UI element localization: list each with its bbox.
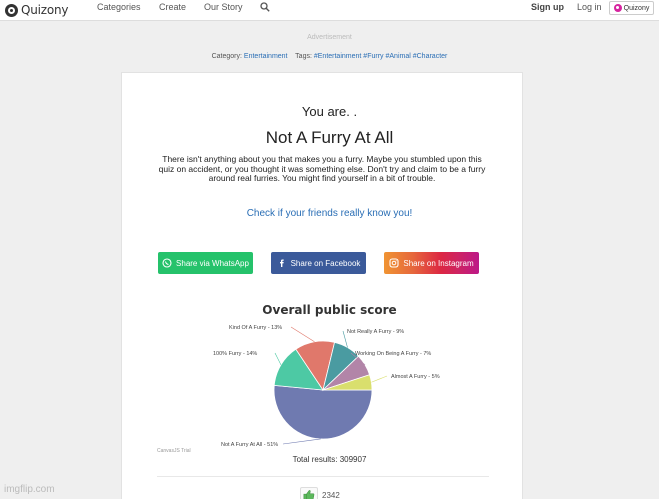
- pie-slice-label: Kind Of A Furry - 13%: [229, 325, 282, 331]
- top-navbar: Quizony Categories Create Our Story Sign…: [0, 0, 659, 21]
- pie-slice-label: Almost A Furry - 5%: [391, 374, 440, 380]
- category-link[interactable]: Entertainment: [244, 53, 288, 60]
- pie-leader-line: [371, 375, 388, 383]
- share-instagram-label: Share on Instagram: [403, 258, 474, 268]
- chart-credit: CanvasJS Trial: [157, 448, 191, 454]
- tag-link[interactable]: #Furry: [363, 53, 383, 60]
- logo-text: Quizony: [21, 3, 69, 17]
- pie-slice: [273, 384, 373, 440]
- quizony-brand-button[interactable]: Quizony: [609, 1, 654, 15]
- like-button[interactable]: [300, 487, 318, 499]
- quizony-brand-icon: [613, 4, 622, 12]
- total-results: Total results: 309907: [292, 455, 367, 464]
- result-description: There isn't anything about you that make…: [158, 154, 486, 183]
- share-instagram-button[interactable]: Share on Instagram: [384, 252, 479, 274]
- like-count: 2342: [322, 491, 340, 499]
- search-icon[interactable]: [260, 2, 270, 12]
- pie-slice-label: 100% Furry - 14%: [213, 351, 257, 357]
- login-link[interactable]: Log in: [577, 2, 602, 12]
- nav-our-story[interactable]: Our Story: [204, 2, 243, 12]
- pie-slice-label: Not A Furry At All - 51%: [221, 442, 278, 448]
- divider: [157, 476, 489, 477]
- pie-leader-line: [290, 326, 315, 342]
- imgflip-watermark: imgflip.com: [4, 484, 55, 495]
- pie-leader-line: [282, 438, 321, 445]
- brand-button-label: Quizony: [623, 4, 650, 12]
- check-friends-link[interactable]: Check if your friends really know you!: [0, 208, 659, 219]
- logo[interactable]: Quizony: [5, 3, 69, 17]
- advertisement-label: Advertisement: [307, 34, 352, 41]
- facebook-icon: [279, 259, 284, 267]
- pie-slice-label: Working On Being A Furry - 7%: [355, 351, 431, 357]
- nav-categories[interactable]: Categories: [97, 2, 141, 12]
- instagram-icon: [389, 258, 399, 268]
- category-tags-line: Category: Entertainment Tags: #Entertain…: [0, 53, 659, 60]
- signup-link[interactable]: Sign up: [531, 2, 564, 12]
- share-whatsapp-button[interactable]: Share via WhatsApp: [158, 252, 253, 274]
- thumbs-up-icon: [303, 490, 315, 499]
- pie-chart: Not A Furry At All - 51% 100% Furry - 14%…: [213, 325, 440, 448]
- tag-link[interactable]: #Animal: [385, 53, 410, 60]
- result-title: Not A Furry At All: [265, 128, 394, 147]
- quizony-logo-icon: [5, 3, 18, 17]
- whatsapp-icon: [162, 258, 172, 268]
- tag-link[interactable]: #Character: [413, 53, 448, 60]
- nav-create[interactable]: Create: [159, 2, 186, 12]
- share-facebook-button[interactable]: Share on Facebook: [271, 252, 366, 274]
- share-facebook-label: Share on Facebook: [290, 258, 361, 268]
- pie-slice-label: Not Really A Furry - 9%: [347, 329, 404, 335]
- you-are-heading: You are. .: [301, 104, 358, 119]
- tags-label: Tags:: [295, 53, 312, 60]
- category-label: Category:: [211, 53, 242, 60]
- tag-link[interactable]: #Entertainment: [314, 53, 361, 60]
- pie-leader-line: [274, 352, 282, 365]
- share-whatsapp-label: Share via WhatsApp: [176, 258, 249, 268]
